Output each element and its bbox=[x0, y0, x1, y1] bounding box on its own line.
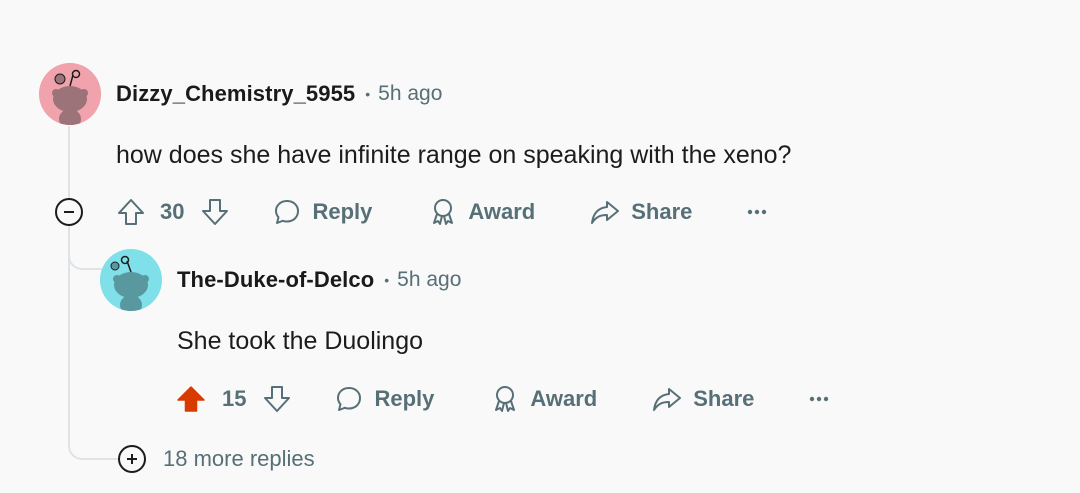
award-icon bbox=[433, 199, 454, 225]
separator-dot: • bbox=[365, 86, 371, 102]
award-icon bbox=[495, 386, 516, 412]
upvote-icon bbox=[118, 199, 144, 225]
comment-bubble-icon bbox=[275, 200, 300, 224]
downvote-button[interactable] bbox=[262, 384, 292, 414]
thread-branch-reply bbox=[68, 226, 102, 270]
more-options-button[interactable] bbox=[746, 207, 768, 217]
more-options-button[interactable] bbox=[808, 394, 830, 404]
avatar[interactable] bbox=[100, 249, 162, 311]
share-label: Share bbox=[693, 386, 755, 411]
snoo-icon bbox=[100, 249, 162, 311]
comment-meta: Dizzy_Chemistry_5955 • 5h ago bbox=[116, 79, 442, 109]
comment-meta: The-Duke-of-Delco • 5h ago bbox=[177, 265, 461, 295]
username[interactable]: The-Duke-of-Delco bbox=[177, 267, 374, 293]
username[interactable]: Dizzy_Chemistry_5955 bbox=[116, 81, 355, 107]
award-label: Award bbox=[530, 386, 598, 411]
minus-icon bbox=[64, 211, 74, 213]
reply-label: Reply bbox=[312, 199, 373, 224]
reply-button[interactable]: Reply bbox=[272, 197, 372, 227]
award-button[interactable]: Award bbox=[490, 384, 597, 414]
reply-button[interactable]: Reply bbox=[334, 384, 434, 414]
downvote-icon bbox=[202, 199, 229, 225]
ellipsis-icon bbox=[810, 396, 829, 402]
award-button[interactable]: Award bbox=[428, 197, 535, 227]
snoo-icon bbox=[39, 63, 101, 125]
share-icon bbox=[591, 201, 620, 224]
downvote-icon bbox=[264, 386, 291, 412]
thread-line-main bbox=[68, 126, 70, 198]
share-icon bbox=[653, 388, 682, 411]
share-button[interactable]: Share bbox=[589, 197, 692, 227]
upvote-filled-icon bbox=[177, 386, 205, 412]
vote-count: 15 bbox=[222, 386, 247, 411]
share-button[interactable]: Share bbox=[651, 384, 754, 414]
comment-bubble-icon bbox=[337, 387, 362, 411]
share-label: Share bbox=[631, 199, 693, 224]
comment-actions: 15 Reply Award Share bbox=[176, 379, 830, 419]
more-replies-button[interactable]: 18 more replies bbox=[118, 445, 315, 473]
thread-branch-more bbox=[68, 420, 120, 460]
comment-actions: 30 Reply Award Share bbox=[116, 192, 768, 232]
collapse-thread-button[interactable] bbox=[55, 198, 83, 226]
separator-dot: • bbox=[384, 272, 390, 288]
vote-count: 30 bbox=[160, 199, 185, 224]
timestamp[interactable]: 5h ago bbox=[378, 82, 442, 106]
ellipsis-icon bbox=[748, 209, 767, 215]
award-label: Award bbox=[468, 199, 536, 224]
reply-label: Reply bbox=[374, 386, 435, 411]
timestamp[interactable]: 5h ago bbox=[397, 268, 461, 292]
avatar[interactable] bbox=[39, 63, 101, 125]
comment-body: She took the Duolingo bbox=[177, 327, 424, 355]
plus-icon bbox=[127, 454, 137, 464]
more-replies-label: 18 more replies bbox=[163, 446, 315, 471]
upvote-button[interactable] bbox=[116, 197, 146, 227]
upvote-button[interactable] bbox=[176, 384, 206, 414]
downvote-button[interactable] bbox=[200, 197, 230, 227]
expand-icon bbox=[118, 445, 146, 473]
comment-body: how does she have infinite range on spea… bbox=[116, 141, 792, 169]
